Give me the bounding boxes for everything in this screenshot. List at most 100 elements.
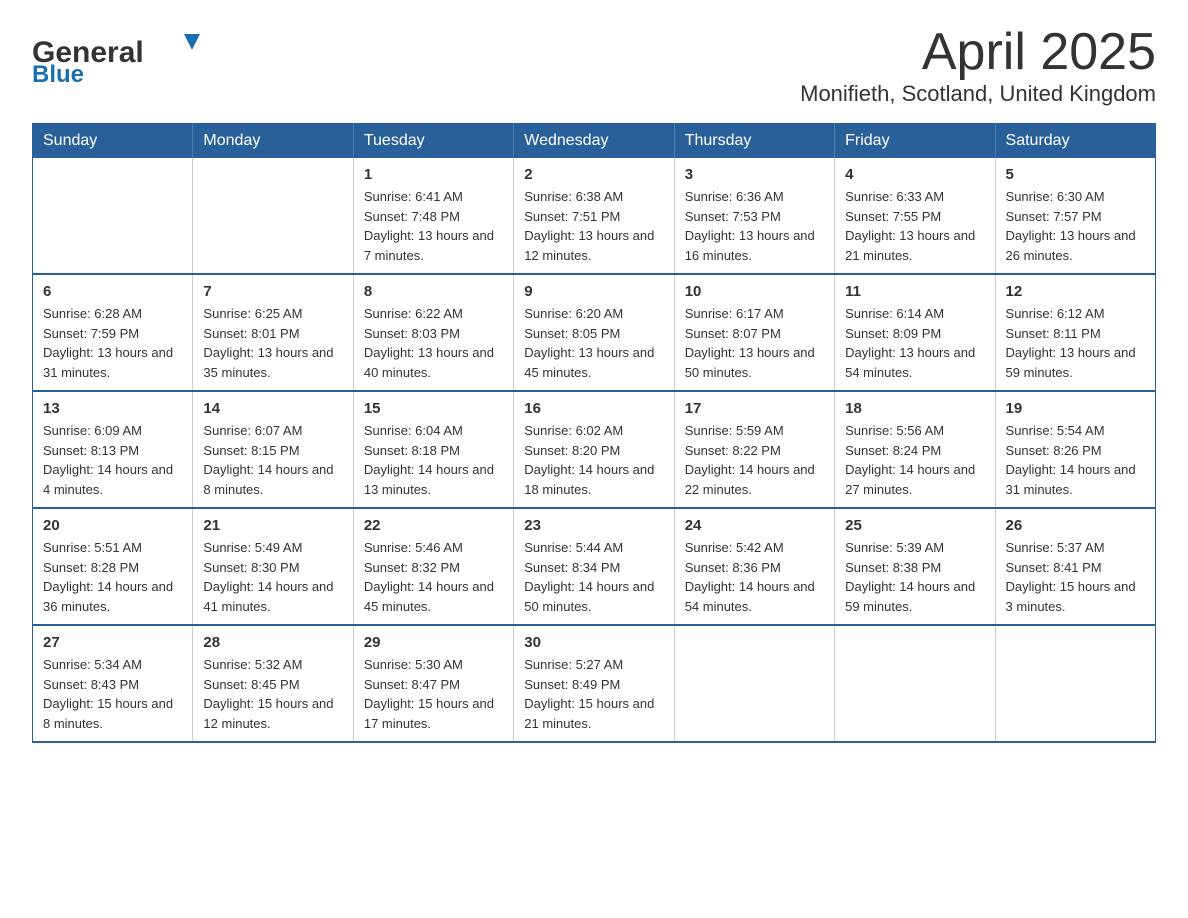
day-number: 18 [845, 400, 984, 417]
day-info: Sunrise: 5:32 AMSunset: 8:45 PMDaylight:… [203, 655, 342, 733]
calendar-cell: 19 Sunrise: 5:54 AMSunset: 8:26 PMDayligh… [995, 391, 1155, 508]
weekday-header-thursday: Thursday [674, 124, 834, 159]
day-info: Sunrise: 5:51 AMSunset: 8:28 PMDaylight:… [43, 538, 182, 616]
calendar-cell: 16 Sunrise: 6:02 AMSunset: 8:20 PMDayligh… [514, 391, 674, 508]
day-info: Sunrise: 6:22 AMSunset: 8:03 PMDaylight:… [364, 304, 503, 382]
calendar-cell: 8 Sunrise: 6:22 AMSunset: 8:03 PMDaylight… [353, 274, 513, 391]
calendar-cell: 25 Sunrise: 5:39 AMSunset: 8:38 PMDayligh… [835, 508, 995, 625]
calendar-cell: 9 Sunrise: 6:20 AMSunset: 8:05 PMDaylight… [514, 274, 674, 391]
calendar-cell: 28 Sunrise: 5:32 AMSunset: 8:45 PMDayligh… [193, 625, 353, 742]
day-info: Sunrise: 5:30 AMSunset: 8:47 PMDaylight:… [364, 655, 503, 733]
weekday-header-wednesday: Wednesday [514, 124, 674, 159]
day-info: Sunrise: 6:09 AMSunset: 8:13 PMDaylight:… [43, 421, 182, 499]
day-number: 2 [524, 166, 663, 183]
day-info: Sunrise: 6:02 AMSunset: 8:20 PMDaylight:… [524, 421, 663, 499]
title-area: April 2025 Monifieth, Scotland, United K… [800, 24, 1156, 107]
weekday-header-row: SundayMondayTuesdayWednesdayThursdayFrid… [33, 124, 1156, 159]
day-info: Sunrise: 6:33 AMSunset: 7:55 PMDaylight:… [845, 187, 984, 265]
calendar-cell: 12Sunrise: 6:12 AMSunset: 8:11 PMDayligh… [995, 274, 1155, 391]
calendar-cell: 6 Sunrise: 6:28 AMSunset: 7:59 PMDaylight… [33, 274, 193, 391]
day-number: 16 [524, 400, 663, 417]
weekday-header-tuesday: Tuesday [353, 124, 513, 159]
calendar-cell [33, 158, 193, 274]
day-number: 6 [43, 283, 182, 300]
day-number: 15 [364, 400, 503, 417]
day-info: Sunrise: 6:14 AMSunset: 8:09 PMDaylight:… [845, 304, 984, 382]
calendar-cell: 27Sunrise: 5:34 AMSunset: 8:43 PMDayligh… [33, 625, 193, 742]
day-number: 8 [364, 283, 503, 300]
day-number: 22 [364, 517, 503, 534]
weekday-header-monday: Monday [193, 124, 353, 159]
calendar-week-3: 13 Sunrise: 6:09 AMSunset: 8:13 PMDayligh… [33, 391, 1156, 508]
day-info: Sunrise: 5:37 AMSunset: 8:41 PMDaylight:… [1006, 538, 1145, 616]
day-info: Sunrise: 6:36 AMSunset: 7:53 PMDaylight:… [685, 187, 824, 265]
calendar-cell: 17 Sunrise: 5:59 AMSunset: 8:22 PMDayligh… [674, 391, 834, 508]
weekday-header-sunday: Sunday [33, 124, 193, 159]
day-number: 20 [43, 517, 182, 534]
calendar-cell [835, 625, 995, 742]
calendar-week-1: 1 Sunrise: 6:41 AMSunset: 7:48 PMDaylight… [33, 158, 1156, 274]
day-info: Sunrise: 5:46 AMSunset: 8:32 PMDaylight:… [364, 538, 503, 616]
svg-text:Blue: Blue [32, 61, 84, 84]
calendar-cell: 4Sunrise: 6:33 AMSunset: 7:55 PMDaylight… [835, 158, 995, 274]
day-info: Sunrise: 5:39 AMSunset: 8:38 PMDaylight:… [845, 538, 984, 616]
day-number: 10 [685, 283, 824, 300]
day-number: 9 [524, 283, 663, 300]
calendar-cell: 20 Sunrise: 5:51 AMSunset: 8:28 PMDayligh… [33, 508, 193, 625]
calendar-cell [995, 625, 1155, 742]
day-number: 12 [1006, 283, 1145, 300]
day-info: Sunrise: 6:04 AMSunset: 8:18 PMDaylight:… [364, 421, 503, 499]
calendar-cell: 14Sunrise: 6:07 AMSunset: 8:15 PMDayligh… [193, 391, 353, 508]
day-number: 23 [524, 517, 663, 534]
header: General Blue April 2025 Monifieth, Scotl… [32, 24, 1156, 107]
day-number: 21 [203, 517, 342, 534]
calendar-week-5: 27Sunrise: 5:34 AMSunset: 8:43 PMDayligh… [33, 625, 1156, 742]
day-info: Sunrise: 6:28 AMSunset: 7:59 PMDaylight:… [43, 304, 182, 382]
day-info: Sunrise: 6:25 AMSunset: 8:01 PMDaylight:… [203, 304, 342, 382]
day-number: 24 [685, 517, 824, 534]
weekday-header-friday: Friday [835, 124, 995, 159]
location-title: Monifieth, Scotland, United Kingdom [800, 81, 1156, 107]
day-number: 30 [524, 634, 663, 651]
day-number: 25 [845, 517, 984, 534]
day-info: Sunrise: 5:59 AMSunset: 8:22 PMDaylight:… [685, 421, 824, 499]
day-number: 27 [43, 634, 182, 651]
calendar-cell: 22 Sunrise: 5:46 AMSunset: 8:32 PMDayligh… [353, 508, 513, 625]
calendar-cell: 11Sunrise: 6:14 AMSunset: 8:09 PMDayligh… [835, 274, 995, 391]
calendar-body: 1 Sunrise: 6:41 AMSunset: 7:48 PMDaylight… [33, 158, 1156, 742]
day-info: Sunrise: 6:41 AMSunset: 7:48 PMDaylight:… [364, 187, 503, 265]
calendar-cell: 24 Sunrise: 5:42 AMSunset: 8:36 PMDayligh… [674, 508, 834, 625]
calendar-cell: 30 Sunrise: 5:27 AMSunset: 8:49 PMDayligh… [514, 625, 674, 742]
calendar-cell: 15 Sunrise: 6:04 AMSunset: 8:18 PMDayligh… [353, 391, 513, 508]
day-info: Sunrise: 6:30 AMSunset: 7:57 PMDaylight:… [1006, 187, 1145, 265]
day-number: 13 [43, 400, 182, 417]
calendar-cell: 10 Sunrise: 6:17 AMSunset: 8:07 PMDayligh… [674, 274, 834, 391]
day-number: 1 [364, 166, 503, 183]
weekday-header-saturday: Saturday [995, 124, 1155, 159]
calendar-cell: 18Sunrise: 5:56 AMSunset: 8:24 PMDayligh… [835, 391, 995, 508]
calendar-header: SundayMondayTuesdayWednesdayThursdayFrid… [33, 124, 1156, 159]
calendar-cell: 29Sunrise: 5:30 AMSunset: 8:47 PMDayligh… [353, 625, 513, 742]
calendar-week-4: 20 Sunrise: 5:51 AMSunset: 8:28 PMDayligh… [33, 508, 1156, 625]
calendar-cell [674, 625, 834, 742]
day-info: Sunrise: 5:27 AMSunset: 8:49 PMDaylight:… [524, 655, 663, 733]
day-info: Sunrise: 5:42 AMSunset: 8:36 PMDaylight:… [685, 538, 824, 616]
day-info: Sunrise: 6:17 AMSunset: 8:07 PMDaylight:… [685, 304, 824, 382]
day-number: 19 [1006, 400, 1145, 417]
day-number: 14 [203, 400, 342, 417]
calendar-cell: 1 Sunrise: 6:41 AMSunset: 7:48 PMDaylight… [353, 158, 513, 274]
day-number: 17 [685, 400, 824, 417]
calendar-cell: 23Sunrise: 5:44 AMSunset: 8:34 PMDayligh… [514, 508, 674, 625]
day-info: Sunrise: 5:49 AMSunset: 8:30 PMDaylight:… [203, 538, 342, 616]
day-number: 5 [1006, 166, 1145, 183]
day-info: Sunrise: 6:38 AMSunset: 7:51 PMDaylight:… [524, 187, 663, 265]
calendar-cell: 13 Sunrise: 6:09 AMSunset: 8:13 PMDayligh… [33, 391, 193, 508]
calendar-cell: 26 Sunrise: 5:37 AMSunset: 8:41 PMDayligh… [995, 508, 1155, 625]
calendar-cell: 3Sunrise: 6:36 AMSunset: 7:53 PMDaylight… [674, 158, 834, 274]
day-number: 26 [1006, 517, 1145, 534]
calendar-table: SundayMondayTuesdayWednesdayThursdayFrid… [32, 123, 1156, 743]
day-number: 28 [203, 634, 342, 651]
day-info: Sunrise: 5:54 AMSunset: 8:26 PMDaylight:… [1006, 421, 1145, 499]
day-info: Sunrise: 6:20 AMSunset: 8:05 PMDaylight:… [524, 304, 663, 382]
calendar-cell [193, 158, 353, 274]
